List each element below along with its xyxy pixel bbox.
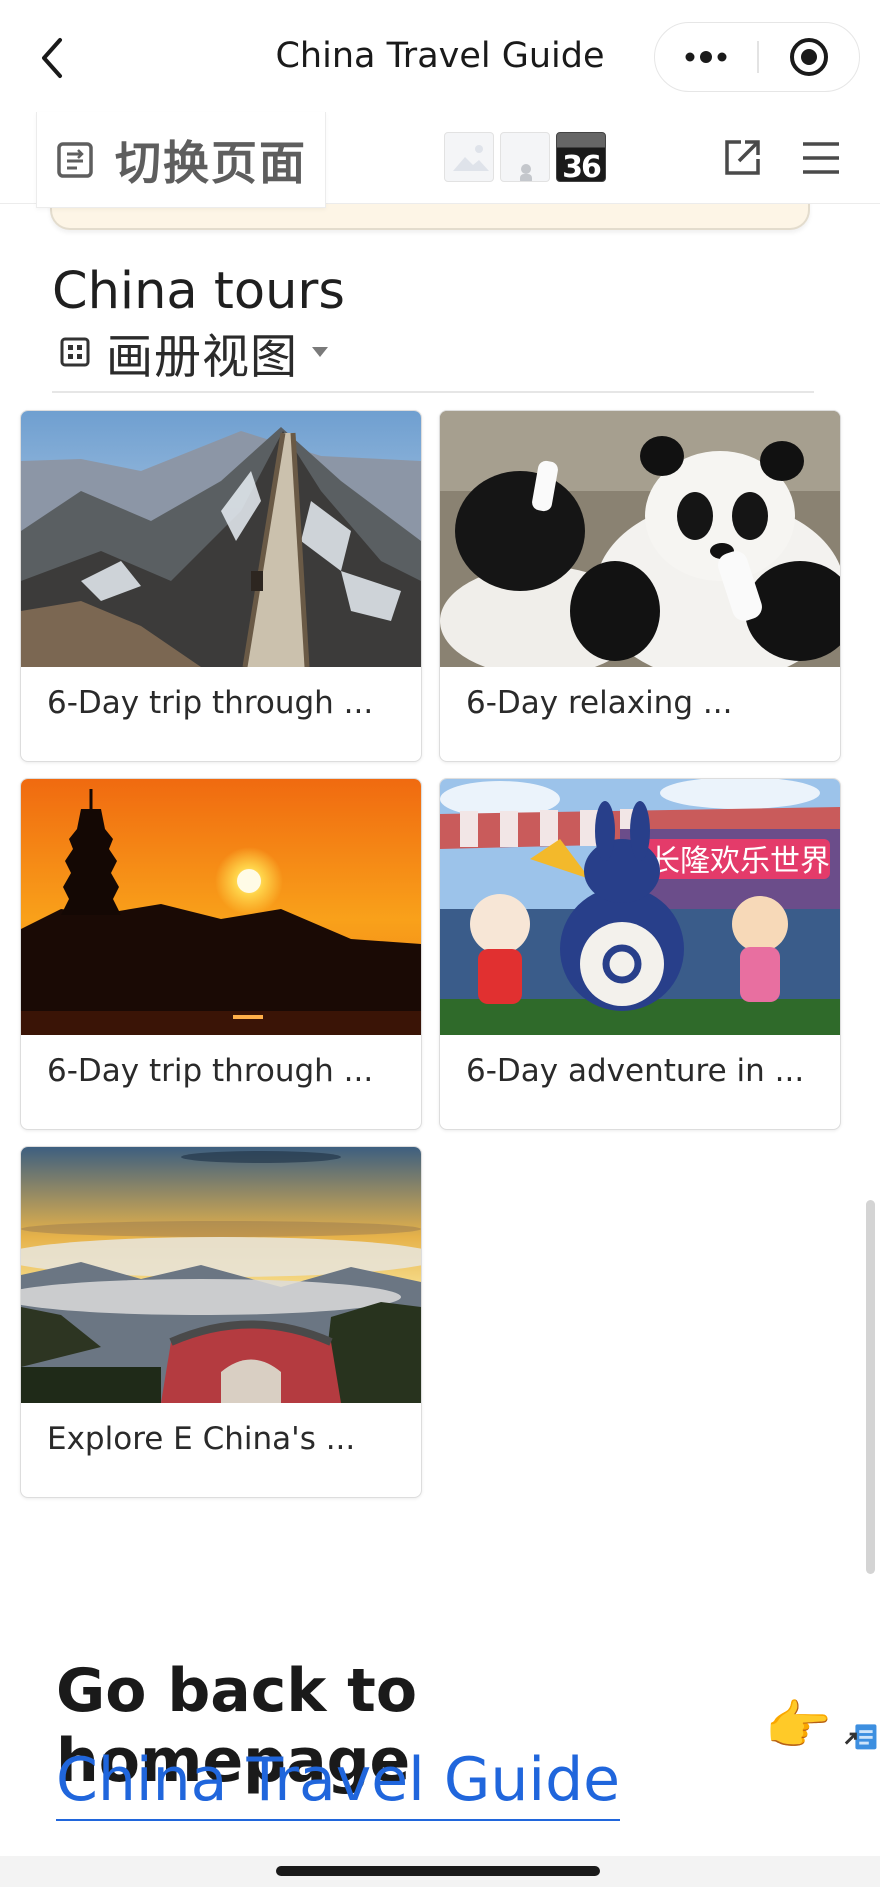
- top-navigation-bar: China Travel Guide: [0, 0, 880, 112]
- homepage-link[interactable]: China Travel Guide: [56, 1745, 621, 1821]
- avatar-thumbnail[interactable]: 36: [556, 132, 606, 182]
- switch-page-button[interactable]: 切换页面: [36, 112, 326, 208]
- external-share-icon: [725, 140, 760, 175]
- pointing-hand-emoji: 👉: [764, 1694, 832, 1757]
- menu-button[interactable]: [797, 134, 845, 182]
- tour-card[interactable]: 6-Day relaxing ...: [439, 410, 841, 762]
- sea-of-clouds-image: [21, 1147, 421, 1403]
- vertical-scrollbar[interactable]: [866, 1200, 875, 1574]
- caret-down-icon: [312, 347, 328, 357]
- svg-text:长隆欢乐世界: 长隆欢乐世界: [650, 844, 830, 879]
- target-close-icon: [790, 37, 828, 76]
- card-caption: Explore E China's ...: [47, 1421, 356, 1457]
- image-placeholder-thumbnail[interactable]: [444, 132, 494, 182]
- tour-card[interactable]: 6-Day trip through ...: [20, 778, 422, 1130]
- card-caption: 6-Day adventure in ...: [466, 1053, 805, 1089]
- grid-view-icon: [60, 337, 90, 367]
- card-caption: 6-Day relaxing ...: [466, 685, 733, 721]
- tour-card[interactable]: 长隆欢乐世界 6-Day adventure in ...: [439, 778, 841, 1130]
- document-link-icon: [844, 1724, 877, 1750]
- tour-card[interactable]: 6-Day trip through ...: [20, 410, 422, 762]
- pagoda-sunset-image: [21, 779, 421, 1035]
- section-title: China tours: [52, 262, 345, 321]
- theme-park-image: 长隆欢乐世界: [440, 779, 840, 1035]
- view-label: 画册视图: [106, 329, 298, 385]
- user-avatar-icon: [520, 164, 532, 181]
- more-options-button[interactable]: [655, 23, 757, 90]
- switch-page-label: 切换页面: [115, 135, 307, 190]
- great-wall-image: [21, 411, 421, 667]
- gallery-view-selector[interactable]: 画册视图: [60, 322, 328, 385]
- user-placeholder-thumbnail[interactable]: [500, 132, 550, 182]
- card-caption: 6-Day trip through ...: [47, 685, 374, 721]
- avatar-badge: 36: [562, 150, 602, 182]
- image-placeholder-icon: [453, 145, 489, 171]
- collaborator-thumbnails: 36: [444, 132, 606, 184]
- tour-card[interactable]: Explore E China's ...: [20, 1146, 422, 1498]
- panda-image: [440, 411, 840, 667]
- home-indicator[interactable]: [276, 1866, 600, 1876]
- section-divider: [52, 391, 814, 393]
- share-button[interactable]: [718, 134, 766, 182]
- mini-program-capsule: [654, 22, 860, 92]
- hamburger-menu-icon: [803, 142, 839, 174]
- document-switch-icon: [57, 141, 93, 178]
- more-dots-icon: [685, 50, 727, 63]
- document-toolbar: 切换页面 36: [0, 112, 880, 208]
- card-caption: 6-Day trip through ...: [47, 1053, 374, 1089]
- close-mini-program-button[interactable]: [759, 23, 859, 90]
